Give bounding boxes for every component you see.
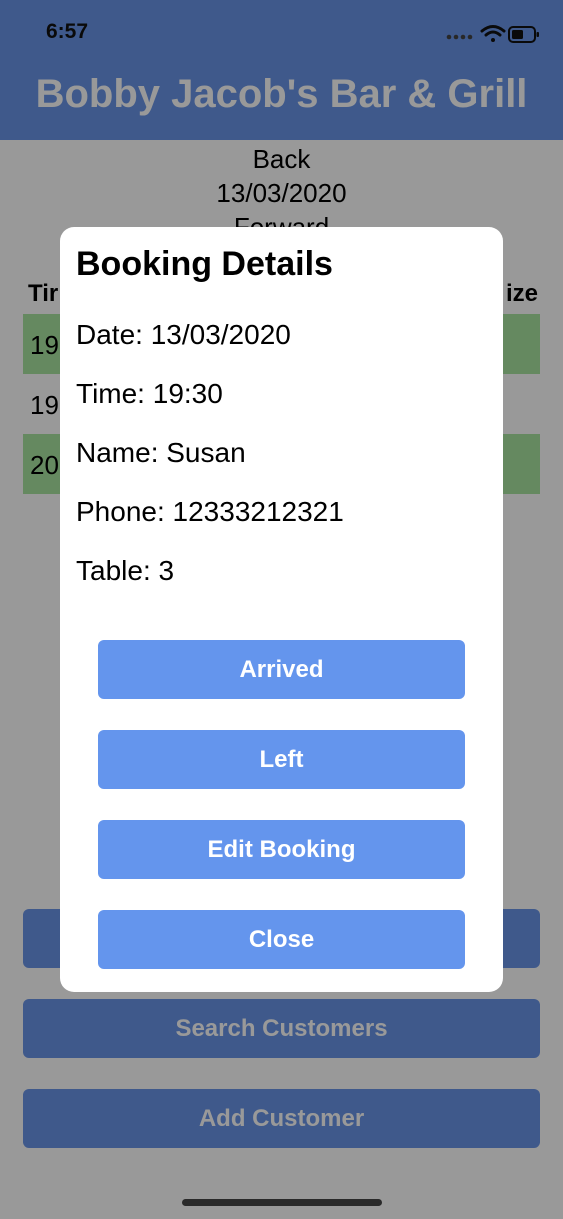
close-button[interactable]: Close bbox=[98, 910, 465, 969]
booking-date: Date: 13/03/2020 bbox=[76, 319, 291, 350]
edit-booking-button[interactable]: Edit Booking bbox=[98, 820, 465, 879]
left-button[interactable]: Left bbox=[98, 730, 465, 789]
home-indicator[interactable] bbox=[182, 1199, 382, 1206]
booking-phone: Phone: 12333212321 bbox=[76, 496, 344, 527]
modal-title: Booking Details bbox=[76, 245, 333, 283]
booking-details-modal: Booking Details Date: 13/03/2020 Time: 1… bbox=[60, 227, 503, 992]
booking-time: Time: 19:30 bbox=[76, 378, 223, 409]
booking-table: Table: 3 bbox=[76, 555, 175, 586]
booking-name: Name: Susan bbox=[76, 437, 246, 468]
arrived-button[interactable]: Arrived bbox=[98, 640, 465, 699]
